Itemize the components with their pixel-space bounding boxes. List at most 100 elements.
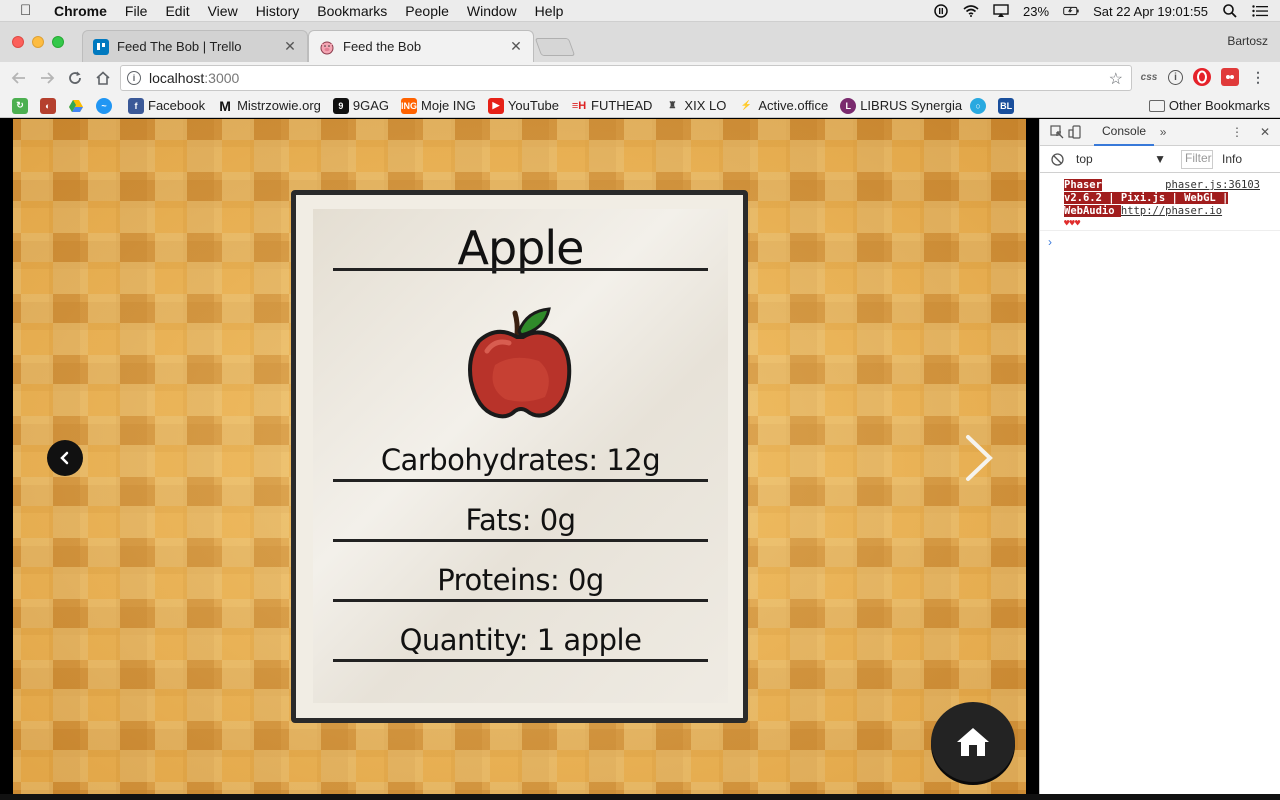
console-source-link[interactable]: phaser.js:36103 (1165, 179, 1260, 192)
tab-close-icon[interactable]: ✕ (283, 38, 297, 55)
fact-quantity: Quantity: 1 apple (399, 623, 642, 657)
console-filter-input[interactable]: Filter (1181, 150, 1213, 169)
css-extension-icon[interactable]: css (1140, 68, 1158, 86)
context-selector[interactable]: top ▼ (1076, 152, 1166, 166)
menu-window[interactable]: Window (467, 3, 517, 19)
console-prompt[interactable]: › (1040, 231, 1280, 253)
log-level-select[interactable]: Info (1222, 152, 1242, 166)
bl-icon: BL (998, 97, 1015, 114)
chrome-menu-icon[interactable]: ⋮ (1249, 68, 1267, 86)
bookmark-xix-lo[interactable]: ♜ XIX LO (664, 98, 726, 114)
bookmark-messenger[interactable]: ~ (96, 97, 116, 114)
red-ext-icon: ◐ (40, 97, 56, 114)
reload-icon[interactable] (64, 67, 86, 89)
devtools-menu-icon[interactable]: ⋮ (1228, 123, 1246, 141)
inspect-element-icon[interactable] (1048, 123, 1066, 141)
info-extension-icon[interactable]: i (1168, 69, 1183, 85)
next-arrow-button[interactable] (958, 433, 998, 483)
fact-fats: Fats: 0g (465, 503, 576, 537)
more-tabs-icon[interactable]: » (1154, 123, 1172, 141)
tab-trello[interactable]: Feed The Bob | Trello ✕ (82, 30, 308, 62)
clear-console-icon[interactable] (1048, 150, 1066, 168)
house-icon (957, 728, 989, 756)
bookmark-active-office[interactable]: ⚡ Active.office (738, 98, 828, 114)
bookmark-ing[interactable]: ING Moje ING (401, 97, 476, 114)
bookmark-circle[interactable]: ○ (970, 97, 990, 114)
bookmark-bl[interactable]: BL (998, 97, 1018, 114)
bookmark-librus[interactable]: L LIBRUS Synergia (840, 97, 962, 114)
tab-close-icon[interactable]: ✕ (509, 38, 523, 55)
opera-extension-icon[interactable] (1193, 68, 1211, 86)
bookmark-star-icon[interactable]: ☆ (1109, 69, 1123, 89)
window-zoom-button[interactable] (52, 36, 64, 48)
bookmark-youtube[interactable]: ▶ YouTube (487, 97, 560, 114)
red-extension-icon[interactable] (1221, 68, 1239, 86)
console-message: Phaser phaser.js:36103 v2.6.2 | Pixi.js … (1040, 173, 1280, 231)
ing-icon: ING (401, 97, 417, 114)
phaser-banner-line2: v2.6.2 | Pixi.js | WebGL | (1064, 192, 1229, 204)
bookmark-9gag[interactable]: 9 9GAG (332, 97, 389, 114)
window-minimize-button[interactable] (32, 36, 44, 48)
back-arrow-icon[interactable] (8, 67, 30, 89)
bookmark-futhead[interactable]: ≡H FUTHEAD (571, 98, 653, 114)
address-bar[interactable]: i localhost:3000 ☆ (120, 65, 1132, 91)
device-toolbar-icon[interactable] (1066, 123, 1084, 141)
macos-menubar:  Chrome File Edit View History Bookmark… (0, 0, 1280, 22)
devtools-close-icon[interactable]: ✕ (1256, 123, 1274, 141)
menubar-clock[interactable]: Sat 22 Apr 19:01:55 (1093, 4, 1208, 19)
dropdown-arrow-icon: ▼ (1154, 152, 1166, 166)
tab-title: Feed the Bob (343, 39, 422, 54)
previous-arrow-button[interactable] (47, 440, 83, 476)
bookmark-facebook[interactable]: f Facebook (128, 97, 205, 114)
airplay-icon[interactable] (993, 4, 1009, 18)
home-icon[interactable] (92, 67, 114, 89)
apple-icon (468, 307, 572, 419)
phaser-link[interactable]: http://phaser.io (1121, 205, 1222, 217)
divider (333, 479, 708, 482)
spotlight-search-icon[interactable] (1222, 4, 1238, 18)
divider (333, 659, 708, 662)
menu-edit[interactable]: Edit (165, 3, 189, 19)
futhead-icon: ≡H (571, 99, 587, 112)
bookmark-green-ext[interactable]: ↻ (12, 97, 32, 114)
status-pause-icon[interactable] (933, 4, 949, 18)
bookmark-drive[interactable] (68, 98, 88, 114)
tab-console[interactable]: Console (1094, 119, 1155, 146)
hearts: ♥♥♥ (1064, 219, 1081, 229)
menu-history[interactable]: History (256, 3, 300, 19)
other-bookmarks[interactable]: Other Bookmarks (1148, 98, 1270, 113)
wifi-icon[interactable] (963, 4, 979, 18)
home-button[interactable] (931, 702, 1015, 782)
forward-arrow-icon[interactable] (36, 67, 58, 89)
site-info-icon[interactable]: i (127, 71, 141, 85)
phaser-banner-line1: Phaser (1064, 179, 1102, 191)
new-tab-button[interactable] (534, 38, 576, 56)
game-canvas[interactable]: Apple Carbohydrates: 12g Fats: 0g Protei… (13, 119, 1026, 794)
devtools-panel: Console » ⋮ ✕ top ▼ Filter Info Phaser p… (1039, 119, 1280, 794)
menu-view[interactable]: View (208, 3, 238, 19)
bookmark-mistrzowie[interactable]: M Mistrzowie.org (217, 98, 321, 114)
divider (333, 268, 708, 271)
messenger-icon: ~ (96, 97, 112, 114)
tab-feed-the-bob[interactable]: Feed the Bob ✕ (308, 30, 534, 62)
context-value: top (1076, 152, 1093, 166)
menu-bookmarks[interactable]: Bookmarks (317, 3, 387, 19)
menu-file[interactable]: File (125, 3, 148, 19)
notification-center-icon[interactable] (1252, 4, 1268, 18)
circle-icon: ○ (970, 97, 987, 114)
bookmark-label: Active.office (758, 98, 829, 113)
apple-menu-icon[interactable]:  (20, 2, 40, 19)
battery-icon[interactable] (1063, 4, 1079, 18)
folder-icon (1148, 99, 1165, 112)
menu-app-chrome[interactable]: Chrome (54, 3, 107, 19)
bookmark-label: XIX LO (684, 98, 727, 113)
window-close-button[interactable] (12, 36, 24, 48)
menu-people[interactable]: People (405, 3, 449, 19)
bookmark-label: YouTube (507, 98, 560, 113)
menu-help[interactable]: Help (535, 3, 564, 19)
bookmark-red-ext[interactable]: ◐ (40, 97, 60, 114)
url-host: localhost (149, 70, 205, 86)
profile-name[interactable]: Bartosz (1227, 34, 1268, 48)
librus-icon: L (840, 97, 857, 114)
phaser-banner-line3: WebAudio (1064, 205, 1121, 217)
